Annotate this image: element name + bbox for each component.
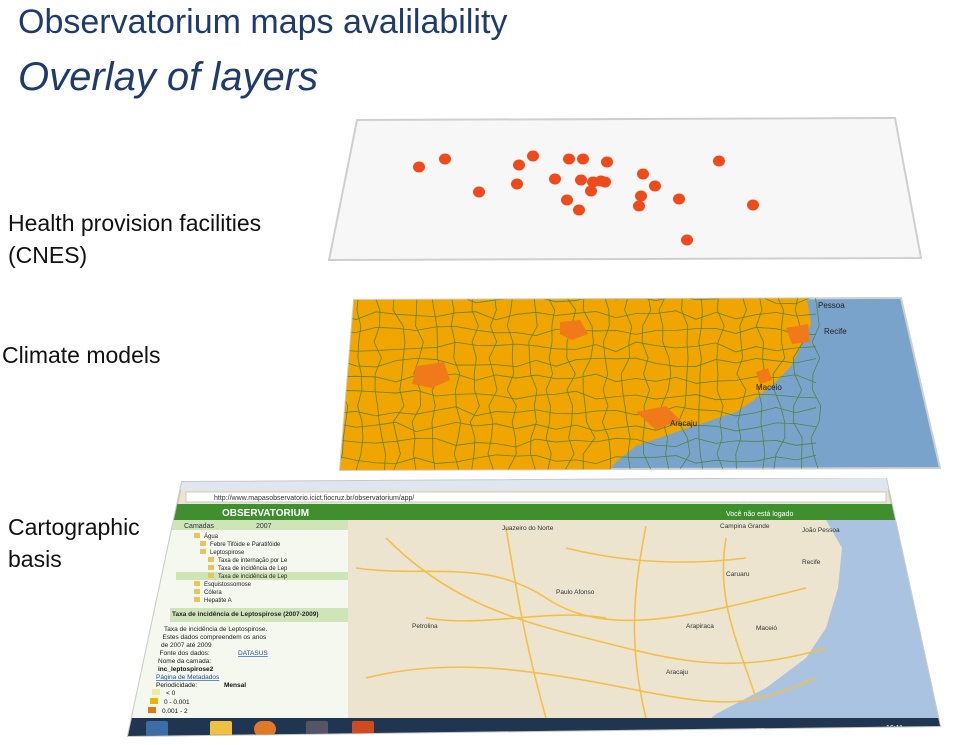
carto-layer-label-line2: basis: [8, 546, 62, 572]
folder-icon: [208, 557, 214, 562]
folder-icon: [208, 573, 214, 578]
health-facility-point: [601, 156, 613, 168]
city-label-pessoa: Pessoa: [818, 301, 845, 310]
info-line: Nome da camada:: [158, 658, 211, 665]
folder-icon: [208, 565, 214, 570]
climate-layer-panel: Pessoa Recife Maceio Aracaju: [336, 294, 942, 474]
folder-icon: [200, 541, 206, 546]
health-facility-point: [681, 234, 693, 246]
layer-tree-item[interactable]: Leptospirose: [210, 550, 245, 556]
map-city-label: Caruaru: [726, 571, 750, 578]
health-facility-point: [635, 190, 647, 202]
health-facility-point: [573, 204, 585, 216]
map-city-label: Maceió: [756, 625, 777, 632]
carto-screenshot: http://www.mapasobservatorio.icict.fiocr…: [126, 476, 942, 738]
health-points-map: [327, 116, 923, 262]
map-city-label: Campina Grande: [720, 523, 770, 530]
folder-icon: [194, 597, 200, 602]
folder-icon: [194, 581, 200, 586]
layer-tree-item[interactable]: Água: [204, 533, 219, 540]
health-layer-label-line2: (CNES): [8, 242, 88, 268]
layer-tree-item[interactable]: Taxa de incidência de Lep: [218, 574, 288, 580]
slide-subtitle: Overlay of layers: [18, 55, 319, 99]
carto-layer-label: Cartographic: [8, 514, 140, 540]
legend-swatch: [152, 689, 160, 695]
health-facility-point: [561, 194, 573, 206]
taskbar: [128, 718, 940, 736]
legend-swatch: [150, 698, 158, 704]
folder-icon: [194, 589, 200, 594]
city-label-recife: Recife: [824, 327, 847, 336]
info-periodicity: Periodicidade:: [156, 682, 197, 689]
info-title: Taxa de incidência de Leptospirose (2007…: [172, 611, 319, 618]
health-facility-point: [511, 178, 523, 190]
health-layer-panel: [325, 112, 925, 262]
health-facility-point: [577, 153, 589, 165]
health-facility-point: [649, 180, 661, 192]
health-facility-point: [563, 153, 575, 165]
layer-tree-item[interactable]: Taxa de incidência de Lep: [218, 566, 288, 572]
city-label-maceio: Maceio: [756, 383, 782, 392]
legend-item: < 0: [166, 690, 176, 697]
start-button[interactable]: [146, 721, 168, 737]
health-facility-point: [595, 175, 607, 187]
info-line: de 2007 até 2009: [161, 642, 212, 649]
map-city-label: Petrolina: [412, 623, 438, 630]
info-layer-name: inc_leptospirose2: [158, 666, 214, 673]
health-facility-point: [549, 173, 561, 185]
map-city-label: Arapiraca: [686, 623, 714, 630]
legend-swatch: [148, 707, 156, 713]
metadata-link[interactable]: Página de Metadados: [156, 674, 220, 681]
folder-icon[interactable]: [210, 721, 232, 737]
health-facility-point: [527, 150, 539, 162]
map-city-label: Recife: [802, 559, 821, 566]
health-facility-point: [513, 159, 525, 171]
health-facility-point: [673, 193, 685, 205]
layer-tree-item[interactable]: Esquistossomose: [204, 582, 252, 588]
layers-panel-header: Camadas: [184, 523, 214, 530]
info-periodicity-value: Mensal: [224, 682, 246, 689]
info-line: Taxa de incidência de Leptospirose.: [164, 626, 268, 633]
info-line: Fonte dos dados:: [160, 650, 210, 657]
map-city-label: João Pessoa: [802, 527, 840, 534]
datasus-link[interactable]: DATASUS: [238, 650, 268, 657]
folder-icon: [200, 549, 206, 554]
climate-layer-label: Climate models: [2, 342, 161, 368]
health-facility-point: [637, 168, 649, 180]
slide-title: Observatorium maps avalilability: [18, 3, 508, 41]
layer-tree-item[interactable]: Taxa de internação por Le: [218, 558, 288, 564]
health-layer-label: Health provision facilities: [8, 210, 262, 236]
layers-panel-year: 2007: [256, 523, 272, 530]
layer-tree-item[interactable]: Cólera: [204, 590, 222, 596]
powerpoint-icon[interactable]: [352, 721, 374, 737]
health-facility-point: [633, 200, 645, 212]
map-city-label: Paulo Afonso: [556, 589, 595, 596]
legend-item: 0.001 - 2: [162, 708, 188, 715]
health-facility-point: [575, 174, 587, 186]
health-facility-point: [747, 199, 759, 211]
health-facility-point: [585, 185, 597, 197]
carto-layer-panel: http://www.mapasobservatorio.icict.fiocr…: [126, 476, 944, 740]
map-city-label: Aracaju: [666, 669, 688, 676]
info-line: Estes dados compreendem os anos: [163, 634, 267, 641]
layer-tree-item[interactable]: Hepatite A: [204, 598, 232, 604]
folder-icon: [194, 533, 200, 538]
app-logo: OBSERVATORIUM: [222, 508, 309, 519]
legend-item: 0 - 0.001: [164, 699, 190, 706]
health-facility-point: [713, 155, 725, 167]
climate-map: Pessoa Recife Maceio Aracaju: [338, 296, 942, 472]
map-city-label: Juazeiro do Norte: [502, 525, 554, 532]
health-facility-point: [439, 153, 451, 165]
health-facility-point: [413, 161, 425, 173]
layer-tree-item[interactable]: Febre Tifóide e Paratifóide: [210, 542, 281, 548]
browser-url: http://www.mapasobservatorio.icict.fiocr…: [214, 495, 414, 502]
city-label-aracaju: Aracaju: [670, 419, 697, 428]
login-status: Você não está logado: [726, 511, 793, 518]
taskbar-time: 16:11: [886, 725, 903, 732]
health-facility-point: [473, 186, 485, 198]
